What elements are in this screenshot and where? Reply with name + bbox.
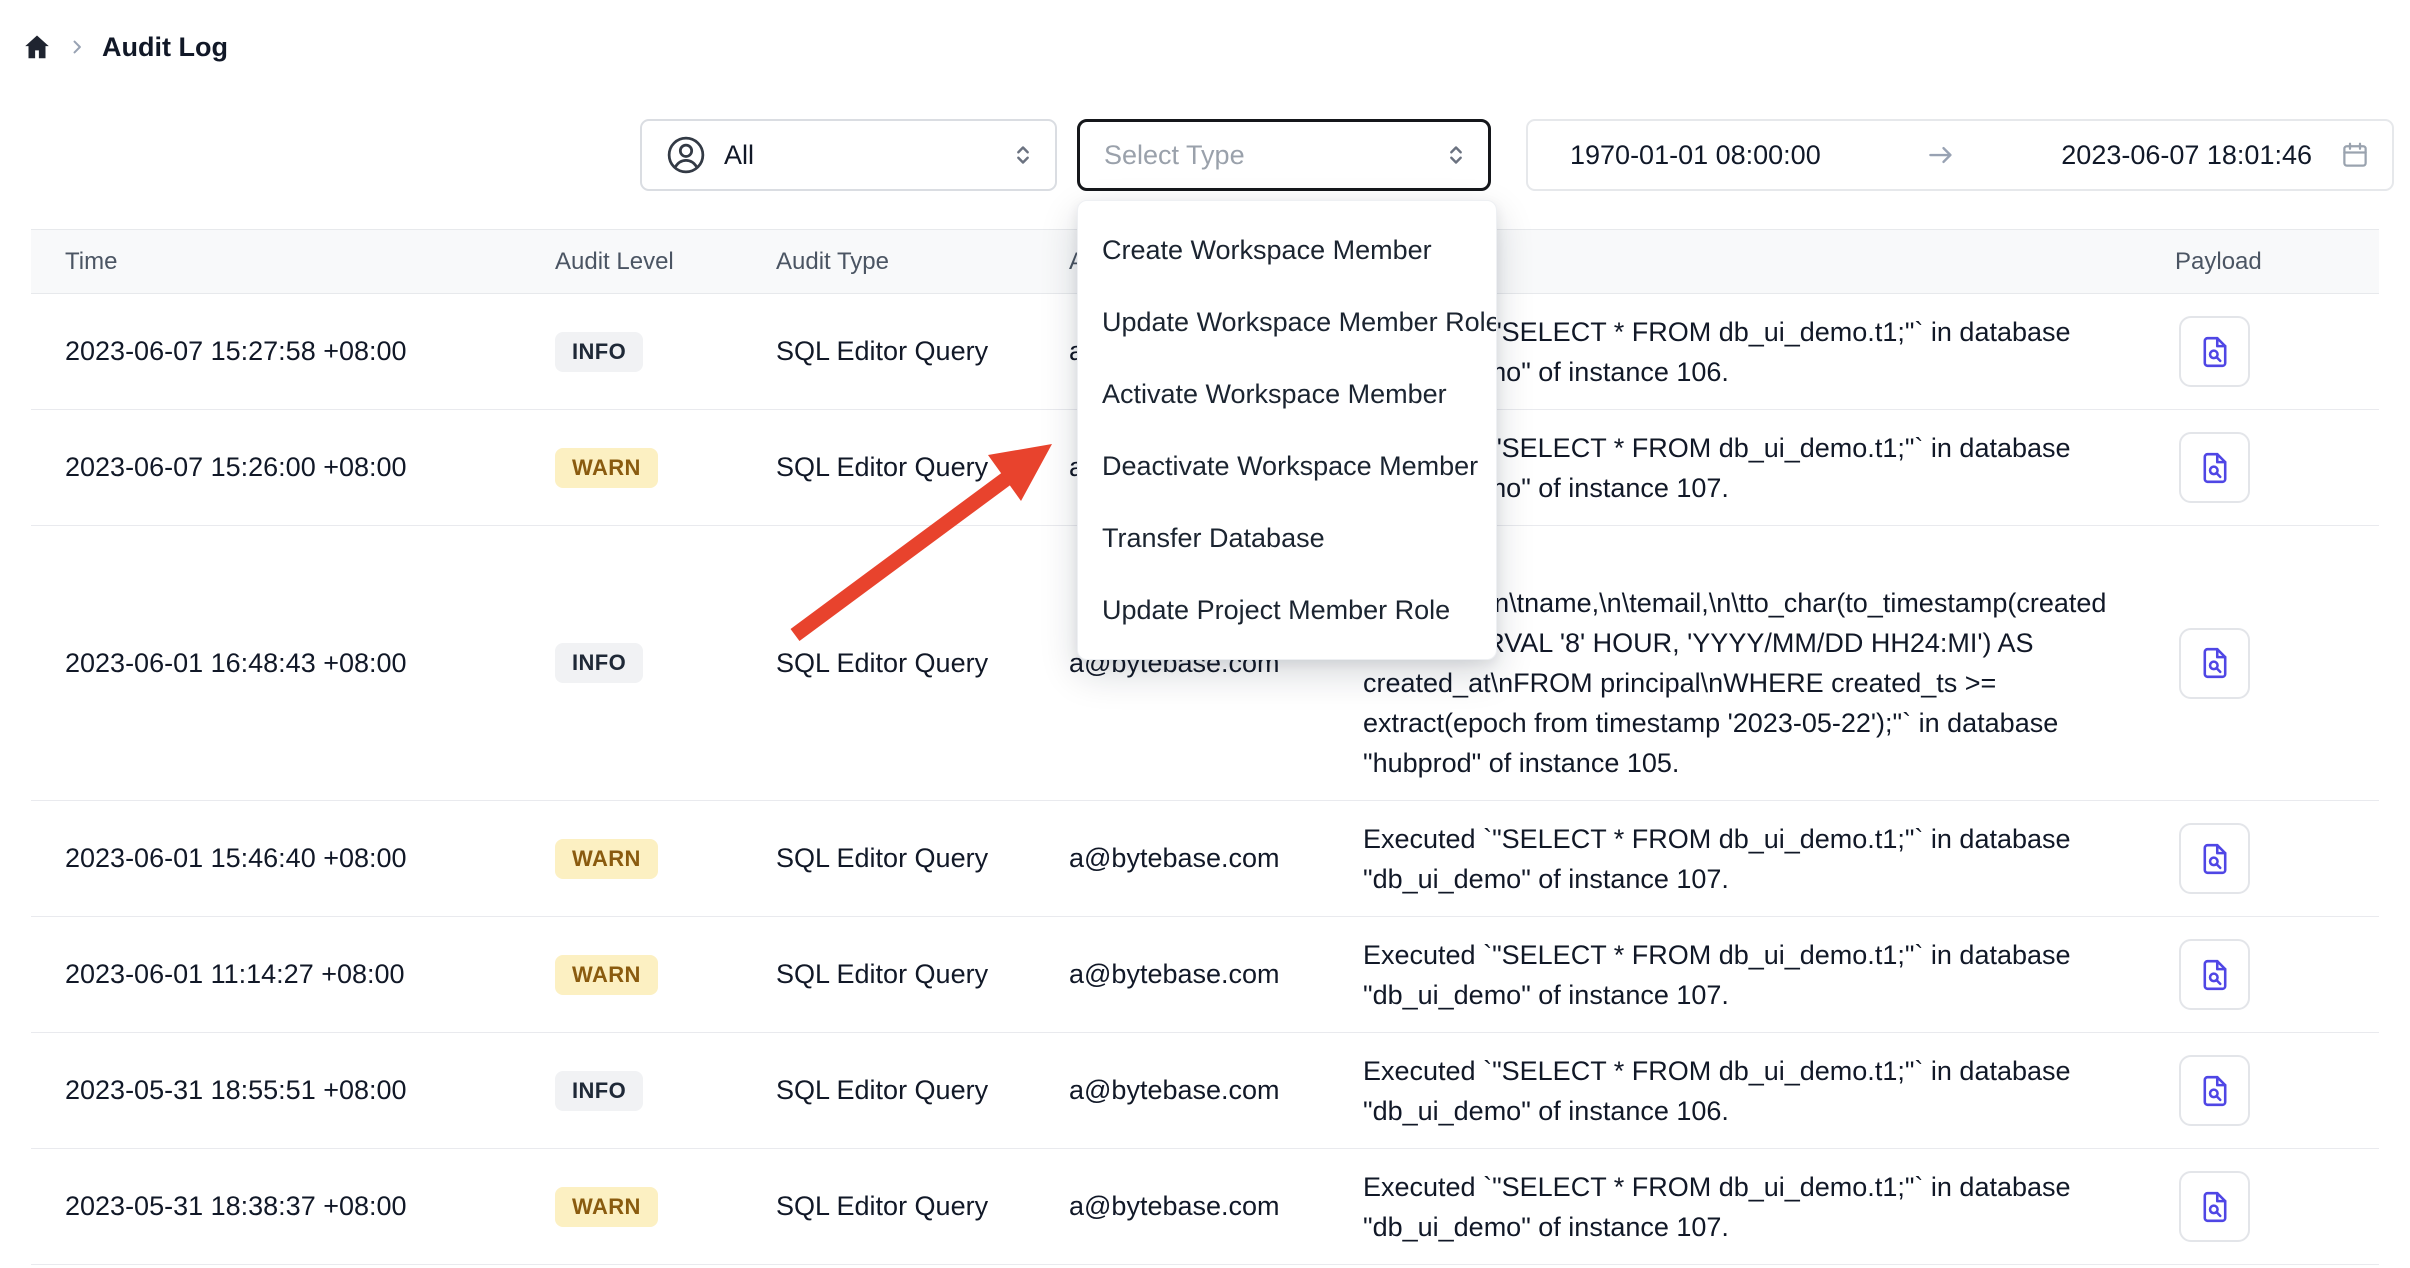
audit-time: 2023-06-01 16:48:43 +08:00 (31, 648, 555, 679)
file-search-icon (2197, 1073, 2233, 1109)
date-range-end: 2023-06-07 18:01:46 (2061, 140, 2312, 171)
audit-type: SQL Editor Query (776, 1191, 1069, 1222)
dropdown-item-create-workspace-member[interactable]: Create Workspace Member (1078, 214, 1496, 286)
table-row: 2023-06-01 15:46:40 +08:00 WARN SQL Edit… (31, 801, 2379, 917)
calendar-icon (2340, 140, 2370, 170)
home-icon[interactable] (22, 32, 52, 62)
payload-view-button[interactable] (2179, 939, 2250, 1010)
audit-time: 2023-06-01 15:46:40 +08:00 (31, 843, 555, 874)
file-search-icon (2197, 334, 2233, 370)
page-title: Audit Log (102, 32, 228, 63)
payload-view-button[interactable] (2179, 823, 2250, 894)
payload-view-button[interactable] (2179, 1171, 2250, 1242)
file-search-icon (2197, 1189, 2233, 1225)
actor-filter-value: All (724, 140, 993, 171)
type-filter-placeholder: Select Type (1104, 140, 1442, 171)
audit-type: SQL Editor Query (776, 959, 1069, 990)
audit-comment: Executed `"SELECT * FROM db_ui_demo.t1;"… (1363, 1150, 2175, 1264)
type-dropdown-menu: Create Workspace Member Update Workspace… (1077, 200, 1497, 660)
dropdown-item-activate-workspace-member[interactable]: Activate Workspace Member (1078, 358, 1496, 430)
file-search-icon (2197, 645, 2233, 681)
audit-actor: a@bytebase.com (1069, 1075, 1363, 1106)
table-row: 2023-05-31 18:38:37 +08:00 WARN SQL Edit… (31, 1149, 2379, 1265)
audit-time: 2023-05-31 18:38:37 +08:00 (31, 1191, 555, 1222)
audit-actor: a@bytebase.com (1069, 959, 1363, 990)
file-search-icon (2197, 450, 2233, 486)
col-header-payload: Payload (2175, 248, 2379, 276)
payload-view-button[interactable] (2179, 432, 2250, 503)
person-circle-icon (664, 133, 708, 177)
audit-actor: a@bytebase.com (1069, 1191, 1363, 1222)
breadcrumb: Audit Log (22, 26, 228, 68)
payload-view-button[interactable] (2179, 316, 2250, 387)
col-header-audit-type: Audit Type (776, 248, 1069, 276)
col-header-audit-level: Audit Level (555, 248, 776, 276)
audit-time: 2023-06-07 15:26:00 +08:00 (31, 452, 555, 483)
payload-view-button[interactable] (2179, 1055, 2250, 1126)
audit-type: SQL Editor Query (776, 336, 1069, 367)
table-row: 2023-05-31 18:55:51 +08:00 INFO SQL Edit… (31, 1033, 2379, 1149)
audit-level-badge: INFO (555, 643, 643, 683)
audit-level-badge: INFO (555, 1071, 643, 1111)
type-filter-select[interactable]: Select Type (1077, 119, 1491, 191)
chevron-updown-icon (1009, 141, 1037, 169)
audit-level-badge: WARN (555, 1187, 658, 1227)
audit-comment: Executed `"SELECT * FROM db_ui_demo.t1;"… (1363, 802, 2175, 916)
audit-level-badge: WARN (555, 839, 658, 879)
col-header-time: Time (31, 248, 555, 276)
audit-time: 2023-06-01 11:14:27 +08:00 (31, 959, 555, 990)
audit-comment: Executed `"SELECT * FROM db_ui_demo.t1;"… (1363, 918, 2175, 1032)
audit-time: 2023-05-31 18:55:51 +08:00 (31, 1075, 555, 1106)
audit-level-badge: INFO (555, 332, 643, 372)
chevron-right-icon (67, 37, 87, 57)
table-row: 2023-06-01 11:14:27 +08:00 WARN SQL Edit… (31, 917, 2379, 1033)
date-range-picker[interactable]: 1970-01-01 08:00:00 2023-06-07 18:01:46 (1526, 119, 2394, 191)
filter-bar: All Select Type 1970-01-01 08:00:00 2023… (0, 119, 2410, 191)
audit-level-badge: WARN (555, 955, 658, 995)
actor-filter-select[interactable]: All (640, 119, 1057, 191)
dropdown-item-transfer-database[interactable]: Transfer Database (1078, 502, 1496, 574)
audit-type: SQL Editor Query (776, 1075, 1069, 1106)
dropdown-item-update-project-member[interactable]: Update Project Member Role (1078, 574, 1496, 646)
dropdown-item-update-workspace-member[interactable]: Update Workspace Member Role (1078, 286, 1496, 358)
chevron-updown-icon (1442, 141, 1470, 169)
audit-comment: Executed `"SELECT * FROM db_ui_demo.t1;"… (1363, 1034, 2175, 1148)
arrow-right-icon (1926, 140, 1956, 170)
audit-type: SQL Editor Query (776, 843, 1069, 874)
file-search-icon (2197, 957, 2233, 993)
dropdown-item-deactivate-workspace-member[interactable]: Deactivate Workspace Member (1078, 430, 1496, 502)
audit-level-badge: WARN (555, 448, 658, 488)
audit-actor: a@bytebase.com (1069, 843, 1363, 874)
file-search-icon (2197, 841, 2233, 877)
audit-type: SQL Editor Query (776, 648, 1069, 679)
date-range-start: 1970-01-01 08:00:00 (1570, 140, 1821, 171)
payload-view-button[interactable] (2179, 628, 2250, 699)
audit-time: 2023-06-07 15:27:58 +08:00 (31, 336, 555, 367)
audit-type: SQL Editor Query (776, 452, 1069, 483)
audit-log-page: Audit Log All Select Type 1970-01-01 08:… (0, 0, 2410, 1268)
